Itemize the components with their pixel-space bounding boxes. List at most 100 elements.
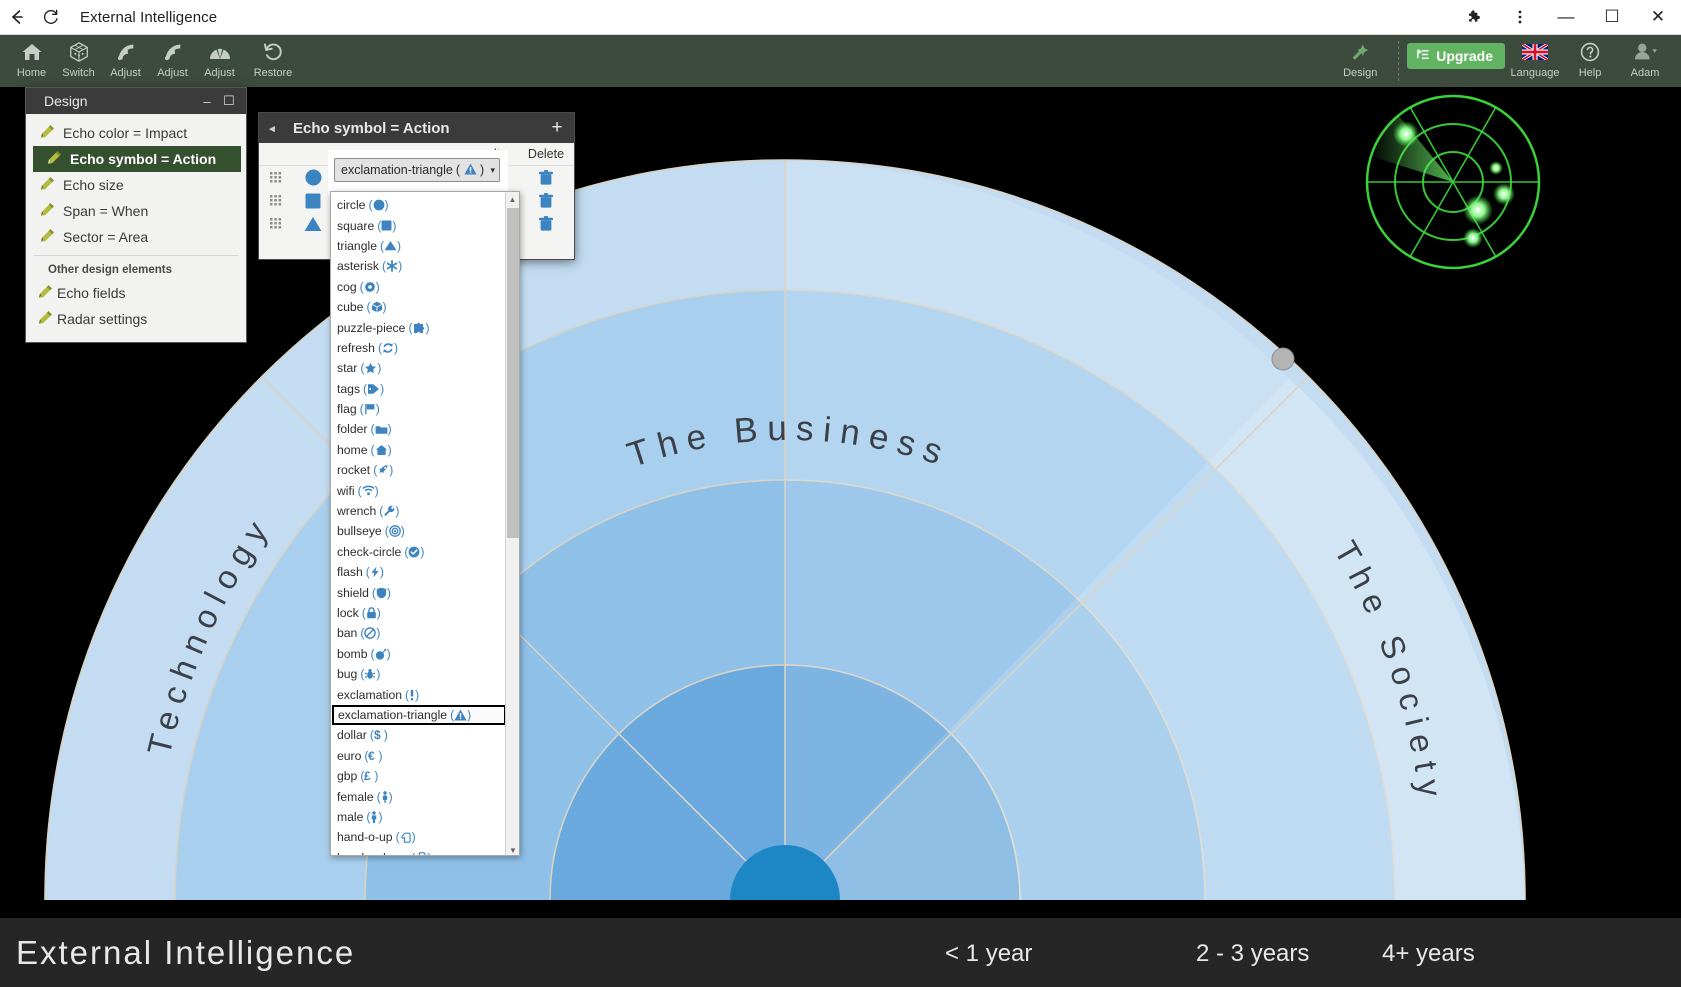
symbol-option-list[interactable]: circle( ) square( ) triangle( ) asterisk( )… xyxy=(330,191,520,856)
design-item-sector-label: Sector = Area xyxy=(63,229,149,245)
toolbar-item-design[interactable]: Design xyxy=(1330,35,1390,87)
symbol-option-scroll[interactable]: circle( ) square( ) triangle( ) asterisk( )… xyxy=(331,192,507,855)
add-row-button[interactable]: + xyxy=(540,117,574,139)
toolbar-item-home[interactable]: Home xyxy=(8,35,55,87)
symbol-option-lock[interactable]: lock( ) xyxy=(331,603,507,623)
symbol-option-euro[interactable]: euro( € ) xyxy=(331,746,507,766)
chevron-down-icon[interactable]: ▾ xyxy=(490,165,495,176)
symbol-option-dollar[interactable]: dollar( $ ) xyxy=(331,725,507,745)
row-delete-button[interactable] xyxy=(518,215,574,232)
drag-grip-icon[interactable] xyxy=(259,172,293,183)
scroll-up-arrow[interactable]: ▲ xyxy=(506,192,519,206)
symbol-option-label: hand-o-up xyxy=(337,830,393,845)
option-list-scrollbar[interactable]: ▲ ▼ xyxy=(505,192,519,855)
symbol-option-flag[interactable]: flag( ) xyxy=(331,399,507,419)
row-symbol-square-icon xyxy=(293,193,333,209)
symbol-option-wifi[interactable]: wifi( ) xyxy=(331,480,507,500)
panel-back-icon[interactable]: ◂ xyxy=(259,122,285,135)
symbol-option-puzzle-piece[interactable]: puzzle-piece( ) xyxy=(331,317,507,337)
hand-o-up-icon: ( ) xyxy=(395,830,416,845)
bug-icon: ( ) xyxy=(360,667,381,682)
scroll-down-arrow[interactable]: ▼ xyxy=(506,843,519,855)
undo-icon xyxy=(261,39,285,65)
symbol-option-wrench[interactable]: wrench( ) xyxy=(331,501,507,521)
toolbar-item-adjust-1[interactable]: Adjust xyxy=(102,35,149,87)
symbol-option-label: square xyxy=(337,218,375,233)
symbol-option-triangle[interactable]: triangle( ) xyxy=(331,236,507,256)
design-item-sector[interactable]: Sector = Area xyxy=(26,224,246,250)
symbol-option-female[interactable]: female( ) xyxy=(331,786,507,806)
upgrade-button[interactable]: Upgrade xyxy=(1407,43,1505,69)
toolbar-item-adjust-2[interactable]: Adjust xyxy=(149,35,196,87)
symbol-option-hand-o-up[interactable]: hand-o-up( ) xyxy=(331,827,507,847)
symbol-option-label: triangle xyxy=(337,238,377,253)
back-arrow-icon[interactable] xyxy=(0,0,34,35)
radar-canvas[interactable]: The Business Technology The Society xyxy=(0,87,1681,987)
drag-grip-icon[interactable] xyxy=(259,218,293,229)
symbol-option-exclamation[interactable]: exclamation( ) xyxy=(331,684,507,704)
symbol-option-flash[interactable]: flash( ) xyxy=(331,562,507,582)
symbol-option-bug[interactable]: bug( ) xyxy=(331,664,507,684)
drag-grip-icon[interactable] xyxy=(259,195,293,206)
design-item-echo-fields[interactable]: Echo fields xyxy=(26,280,246,306)
close-button[interactable]: ✕ xyxy=(1635,0,1681,35)
maximize-button[interactable]: ☐ xyxy=(1589,0,1635,35)
symbol-option-cube[interactable]: cube( ) xyxy=(331,297,507,317)
minimize-button[interactable]: — xyxy=(1543,0,1589,35)
symbol-option-check-circle[interactable]: check-circle( ) xyxy=(331,542,507,562)
symbol-option-refresh[interactable]: refresh( ) xyxy=(331,338,507,358)
toolbar-item-user[interactable]: Adam xyxy=(1615,35,1675,87)
toolbar-item-switch[interactable]: Switch xyxy=(55,35,102,87)
symbol-option-gbp[interactable]: gbp( £ ) xyxy=(331,766,507,786)
design-item-echo-size[interactable]: Echo size xyxy=(26,172,246,198)
toolbar-item-adjust-3[interactable]: Adjust xyxy=(196,35,243,87)
kebab-menu-icon[interactable] xyxy=(1497,0,1543,35)
design-item-echo-symbol[interactable]: Echo symbol = Action xyxy=(33,146,241,172)
design-item-echo-color[interactable]: Echo color = Impact xyxy=(26,120,246,146)
design-wand-icon xyxy=(1348,39,1372,65)
radar-minimap[interactable] xyxy=(1358,90,1558,280)
symbol-option-label: cog xyxy=(337,279,357,294)
toolbar-item-restore[interactable]: Restore xyxy=(243,35,303,87)
symbol-option-tags[interactable]: tags( ) xyxy=(331,379,507,399)
circle-icon: ( ) xyxy=(368,198,389,213)
symbol-option-ban[interactable]: ban( ) xyxy=(331,623,507,643)
symbol-option-male[interactable]: male( ) xyxy=(331,807,507,827)
design-panel-minimize-button[interactable]: – xyxy=(196,94,218,109)
symbol-option-star[interactable]: star( ) xyxy=(331,358,507,378)
row-delete-button[interactable] xyxy=(518,169,574,186)
footer-title: External Intelligence xyxy=(16,933,356,971)
toolbar-item-help[interactable]: Help xyxy=(1565,35,1615,87)
toolbar-item-adjust-3-label: Adjust xyxy=(204,67,235,79)
symbol-option-square[interactable]: square( ) xyxy=(331,215,507,235)
design-item-span[interactable]: Span = When xyxy=(26,198,246,224)
symbol-select-button[interactable]: exclamation-triangle ( ) ▾ xyxy=(334,158,500,182)
symbol-option-exclamation-triangle[interactable]: exclamation-triangle( ) xyxy=(332,704,506,726)
design-item-echo-color-label: Echo color = Impact xyxy=(63,125,188,141)
tags-icon: ( ) xyxy=(363,381,385,396)
symbol-option-label: home xyxy=(337,442,368,457)
symbol-option-home[interactable]: home( ) xyxy=(331,440,507,460)
row-delete-button[interactable] xyxy=(518,192,574,209)
symbol-option-cog[interactable]: cog( ) xyxy=(331,277,507,297)
puzzle-piece-icon[interactable] xyxy=(1451,0,1497,35)
reload-icon[interactable] xyxy=(34,0,68,35)
symbol-option-bullseye[interactable]: bullseye( ) xyxy=(331,521,507,541)
male-icon: ( ) xyxy=(366,809,383,824)
symbol-option-bomb[interactable]: bomb( ) xyxy=(331,644,507,664)
scrollbar-thumb[interactable] xyxy=(507,208,519,538)
design-panel-maximize-button[interactable]: ☐ xyxy=(218,93,240,109)
symbol-option-folder[interactable]: folder( ) xyxy=(331,419,507,439)
symbol-option-shield[interactable]: shield( ) xyxy=(331,582,507,602)
exclamation-icon: ( ) xyxy=(405,687,420,702)
symbol-option-rocket[interactable]: rocket( ) xyxy=(331,460,507,480)
avatar-icon xyxy=(1630,39,1660,65)
symbol-option-circle[interactable]: circle( ) xyxy=(331,195,507,215)
toolbar-item-language[interactable]: Language xyxy=(1505,35,1565,87)
design-item-radar-settings[interactable]: Radar settings xyxy=(26,306,246,332)
symbol-option-label: exclamation xyxy=(337,687,403,702)
fan-icon xyxy=(207,39,233,65)
upgrade-list-icon xyxy=(1415,47,1430,65)
symbol-option-asterisk[interactable]: asterisk( ) xyxy=(331,256,507,276)
symbol-option-hand-o-down[interactable]: hand-o-down( ) xyxy=(331,848,507,855)
